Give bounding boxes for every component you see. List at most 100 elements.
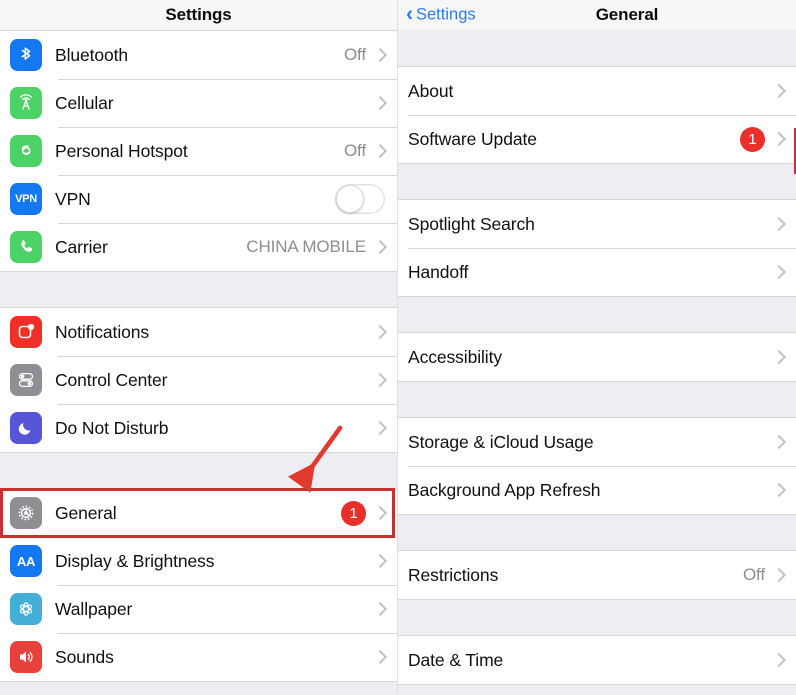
general-row-background-app-refresh[interactable]: Background App Refresh <box>398 466 796 514</box>
group-separator <box>0 453 397 488</box>
back-button-label: Settings <box>416 5 476 24</box>
wallpaper-icon <box>10 593 42 625</box>
group-separator <box>398 382 796 417</box>
settings-row-do-not-disturb[interactable]: Do Not Disturb <box>0 404 397 452</box>
chevron-right-icon <box>774 349 784 366</box>
chevron-left-icon: ‹ <box>406 2 413 26</box>
chevron-right-icon <box>375 95 385 112</box>
cellular-icon <box>10 87 42 119</box>
general-row-storage-icloud-usage[interactable]: Storage & iCloud Usage <box>398 418 796 466</box>
settings-row-cellular[interactable]: Cellular <box>0 79 397 127</box>
row-label: Control Center <box>55 369 168 390</box>
chevron-right-icon <box>774 83 784 100</box>
settings-row-sounds[interactable]: Sounds <box>0 633 397 681</box>
general-row-date-time[interactable]: Date & Time <box>398 636 796 684</box>
chevron-right-icon <box>375 239 385 256</box>
row-label: Bluetooth <box>55 44 129 65</box>
chevron-right-icon <box>774 652 784 669</box>
row-value: Off <box>343 141 366 160</box>
general-row-about[interactable]: About <box>398 67 796 115</box>
settings-row-general[interactable]: General 1 <box>0 489 397 537</box>
row-label: Storage & iCloud Usage <box>408 431 594 452</box>
settings-group-connectivity: Bluetooth Off Cellular Personal Hotspot … <box>0 30 397 272</box>
display-icon-label: AA <box>16 553 36 569</box>
settings-list-scroll[interactable]: Bluetooth Off Cellular Personal Hotspot … <box>0 30 397 695</box>
row-label: Carrier <box>55 236 108 257</box>
toggle-knob <box>336 185 364 213</box>
row-label: Cellular <box>55 92 114 113</box>
sounds-icon <box>10 641 42 673</box>
chevron-right-icon <box>375 47 385 64</box>
settings-row-wallpaper[interactable]: Wallpaper <box>0 585 397 633</box>
general-group-restrictions: Restrictions Off <box>398 550 796 600</box>
row-label: Date & Time <box>408 649 504 670</box>
chevron-right-icon <box>375 143 385 160</box>
group-separator <box>398 297 796 332</box>
chevron-right-icon <box>375 324 385 341</box>
vpn-icon: VPN <box>10 183 42 215</box>
general-detail-panel: ‹ Settings General About Software Update… <box>398 0 796 695</box>
row-label: General <box>55 502 117 523</box>
back-button[interactable]: ‹ Settings <box>406 2 476 26</box>
status-badge: 1 <box>740 126 765 152</box>
bluetooth-icon <box>10 39 42 71</box>
page-title-settings: Settings <box>165 5 232 24</box>
row-label: Restrictions <box>408 564 499 585</box>
chevron-right-icon <box>774 264 784 281</box>
group-separator <box>398 600 796 635</box>
do-not-disturb-icon <box>10 412 42 444</box>
vpn-toggle[interactable] <box>335 184 385 214</box>
chevron-right-icon <box>774 434 784 451</box>
chevron-right-icon <box>375 553 385 570</box>
chevron-right-icon <box>375 601 385 618</box>
chevron-right-icon <box>375 372 385 389</box>
general-group-storage: Storage & iCloud Usage Background App Re… <box>398 417 796 515</box>
settings-row-vpn[interactable]: VPN VPN <box>0 175 397 223</box>
settings-row-bluetooth[interactable]: Bluetooth Off <box>0 31 397 79</box>
chevron-right-icon <box>774 131 784 148</box>
row-label: Software Update <box>408 128 537 149</box>
phone-icon <box>10 231 42 263</box>
settings-group-alerts: Notifications Control Center Do Not Dist… <box>0 307 397 453</box>
group-separator <box>398 515 796 550</box>
row-label: VPN <box>55 188 91 209</box>
row-label: Sounds <box>55 646 114 667</box>
group-separator <box>398 164 796 199</box>
personal-hotspot-icon <box>10 135 42 167</box>
settings-row-notifications[interactable]: Notifications <box>0 308 397 356</box>
ios-settings-screen: Settings Bluetooth Off Cellular Personal… <box>0 0 796 695</box>
row-value: CHINA MOBILE <box>246 237 366 256</box>
settings-row-personal-hotspot[interactable]: Personal Hotspot Off <box>0 127 397 175</box>
general-row-handoff[interactable]: Handoff <box>398 248 796 296</box>
row-label: Notifications <box>55 321 150 342</box>
settings-row-control-center[interactable]: Control Center <box>0 356 397 404</box>
settings-row-carrier[interactable]: Carrier CHINA MOBILE <box>0 223 397 271</box>
general-row-restrictions[interactable]: Restrictions Off <box>398 551 796 599</box>
chevron-right-icon <box>774 482 784 499</box>
control-center-icon <box>10 364 42 396</box>
vpn-icon-label: VPN <box>15 193 37 205</box>
row-label: About <box>408 80 454 101</box>
gear-icon <box>10 497 42 529</box>
row-label: Do Not Disturb <box>55 417 169 438</box>
settings-list-panel: Settings Bluetooth Off Cellular Personal… <box>0 0 398 695</box>
left-navbar: Settings <box>0 0 397 30</box>
general-group-accessibility: Accessibility <box>398 332 796 382</box>
general-row-accessibility[interactable]: Accessibility <box>398 333 796 381</box>
general-group-search: Spotlight Search Handoff <box>398 199 796 297</box>
chevron-right-icon <box>774 216 784 233</box>
row-label: Accessibility <box>408 346 503 367</box>
chevron-right-icon <box>774 567 784 584</box>
general-row-spotlight-search[interactable]: Spotlight Search <box>398 200 796 248</box>
group-separator <box>398 30 796 66</box>
settings-group-system: General 1 AA Display & Brightness Wallpa… <box>0 488 397 682</box>
settings-row-display-brightness[interactable]: AA Display & Brightness <box>0 537 397 585</box>
row-label: Spotlight Search <box>408 213 535 234</box>
right-navbar: ‹ Settings General <box>398 0 796 30</box>
chevron-right-icon <box>375 649 385 666</box>
general-list-scroll[interactable]: About Software Update 1 Spotlight Search… <box>398 30 796 695</box>
page-title-general: General <box>595 5 659 24</box>
row-label: Personal Hotspot <box>55 140 188 161</box>
display-brightness-icon: AA <box>10 545 42 577</box>
general-row-software-update[interactable]: Software Update 1 <box>398 115 796 163</box>
